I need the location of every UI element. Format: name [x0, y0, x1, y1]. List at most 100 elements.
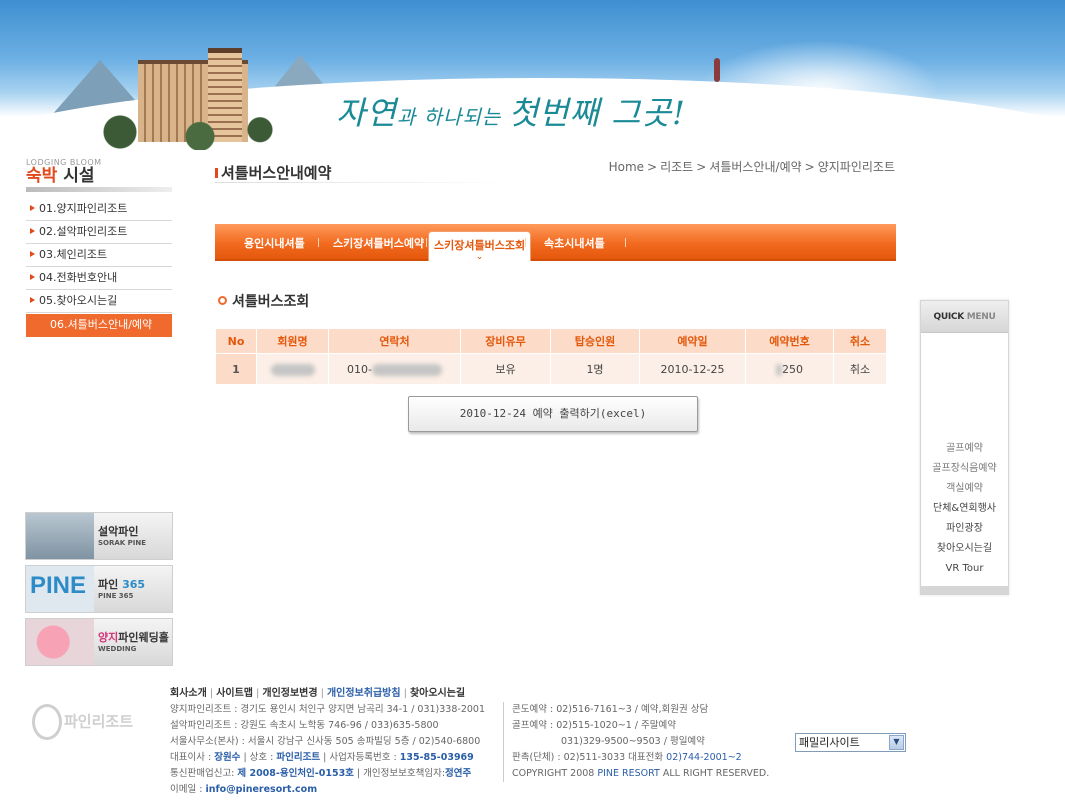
copyright-post: ALL RIGHT RESERVED. [659, 768, 770, 779]
sidebar-item-phone-guide[interactable]: 04.전화번호안내 [26, 267, 172, 290]
chevron-down-icon[interactable]: ▼ [889, 735, 904, 750]
footer-address-sorak: 설악파인리조트 : 강원도 속초시 노학동 746-96 / 033)635-5… [170, 720, 439, 731]
cell-member-name [257, 354, 328, 384]
footer-contact-info: 콘도예약 : 02)516-7161~3 / 예약,회원권 상담 골프예약 : … [512, 702, 769, 782]
sidebar-title-red: 숙박 [26, 166, 58, 186]
column-header-reservation-date: 예약일 [640, 329, 745, 353]
quick-menu: QUICK MENU 골프예약 골프장식음예약 객실예약 단체&연회행사 파인광… [920, 300, 1009, 595]
title-marker-icon [215, 168, 218, 178]
sidebar-item-directions[interactable]: 05.찾아오시는길 [26, 290, 172, 313]
privacy-officer-name: 정연주 [445, 768, 472, 779]
banner-title-pink: 양지 [98, 631, 119, 644]
footer-link-directions[interactable]: 찾아오시는길 [410, 688, 465, 699]
quick-menu-group-events[interactable]: 단체&연회행사 [921, 499, 1008, 519]
quick-menu-list: 골프예약 골프장식음예약 객실예약 단체&연회행사 파인광장 찾아오시는길 VR… [921, 439, 1008, 579]
breadcrumb-current: 양지파인리조트 [817, 160, 895, 174]
sidebar-title: 숙박 시설 [26, 167, 172, 185]
tab-divider [525, 238, 526, 247]
sidebar-title-rest: 시설 [57, 166, 95, 186]
header-slogan: 자연과 하나되는 첫번째 그곳! [336, 88, 686, 134]
tab-label: 스키장셔틀버스조회 [434, 239, 526, 252]
breadcrumb-home[interactable]: Home [609, 160, 644, 174]
cancel-link[interactable]: 취소 [834, 354, 886, 384]
triangle-bullet-icon [30, 251, 35, 257]
tab-sokcho-shuttle[interactable]: 속초시내셔틀 [544, 235, 605, 251]
export-excel-button[interactable]: 2010-12-24 예약 출력하기(excel) [408, 396, 698, 432]
company-name: 파인리조트 [276, 752, 321, 763]
triangle-bullet-icon [30, 274, 35, 280]
tab-divider [426, 238, 427, 247]
banner-subtitle: SORAK PINE [98, 539, 147, 547]
quick-menu-vr-tour[interactable]: VR Tour [921, 559, 1008, 579]
footer-link-privacy-change[interactable]: 개인정보변경 [262, 688, 317, 699]
column-header-no: No [216, 329, 256, 353]
privacy-officer-label: | 개인정보보호책임자: [353, 768, 446, 779]
pine-365-banner[interactable]: PINE 파인 365 PINE 365 [25, 565, 173, 613]
footer-link-privacy-policy[interactable]: 개인정보취급방침 [327, 688, 401, 699]
breadcrumb-shuttle[interactable]: 셔틀버스안내/예약 [709, 160, 801, 174]
banner-title: 파인 365 [98, 576, 145, 592]
sidebar-item-sorak-pine[interactable]: 02.설악파인리조트 [26, 221, 172, 244]
footer-link-company[interactable]: 회사소개 [170, 688, 207, 699]
contact-extra: 02)744-2001~2 [666, 752, 742, 763]
sidebar-menu: 01.양지파인리조트 02.설악파인리조트 03.체인리조트 04.전화번호안내… [26, 198, 172, 337]
triangle-bullet-icon [30, 228, 35, 234]
contact-text: 02)515-1020~1 / 주말예약 [556, 720, 676, 731]
sidebar-item-label: 04.전화번호안내 [39, 271, 118, 284]
title-underline [215, 182, 515, 183]
quick-menu-title-grey: MENU [966, 312, 996, 322]
footer-email-line: 이메일 : info@pineresort.com [170, 782, 485, 798]
redacted-name [270, 363, 315, 376]
tab-ski-shuttle-lookup[interactable]: 스키장셔틀버스조회 ⌄ [428, 231, 532, 261]
skier-illustration [714, 58, 720, 82]
column-header-passengers: 탑승인원 [551, 329, 639, 353]
footer-links: 회사소개 | 사이트맵 | 개인정보변경 | 개인정보취급방침 | 찾아오시는길 [170, 688, 466, 699]
footer-business-info: 대표이사 : 장원수 | 상호 : 파인리조트 | 사업자등록번호 : 135-… [170, 750, 485, 766]
pine-logo-text: PINE [30, 572, 87, 599]
cell-no: 1 [216, 354, 256, 384]
business-number: 135-85-03969 [399, 752, 474, 763]
family-site-select[interactable]: 패밀리사이트 ▼ [795, 733, 906, 752]
table-header-row: No 회원명 연락처 장비유무 탑승인원 예약일 예약번호 취소 [216, 329, 886, 353]
tab-ski-shuttle-reserve[interactable]: 스키장셔틀버스예약 [333, 235, 424, 251]
sidebar-item-label: 01.양지파인리조트 [39, 202, 128, 215]
quick-menu-directions[interactable]: 찾아오시는길 [921, 539, 1008, 559]
quick-menu-golf-reservation[interactable]: 골프예약 [921, 439, 1008, 459]
footer-company-info: 양지파인리조트 : 경기도 용인시 처인구 양지면 남곡리 34-1 / 031… [170, 702, 485, 798]
ceo-label: 대표이사 : [170, 752, 215, 763]
circle-bullet-icon [218, 296, 227, 305]
cell-reservation-date: 2010-12-25 [640, 354, 745, 384]
ceo-name: 장원수 [214, 752, 241, 763]
shuttle-tab-bar: 용인시내셔틀 스키장셔틀버스예약 스키장셔틀버스조회 ⌄ 속초시내셔틀 [215, 224, 896, 261]
banner-subtitle: WEDDING [98, 645, 137, 653]
footer-logo-text: 파인리조트 [64, 712, 134, 731]
mail-order-number: 제 2008-용인처인-0153호 [237, 768, 354, 779]
footer-link-sitemap[interactable]: 사이트맵 [216, 688, 253, 699]
sorak-pine-banner[interactable]: 설악파인 SORAK PINE [25, 512, 173, 560]
contact-text: 031)329-9500~9503 / 평일예약 [561, 736, 705, 747]
triangle-bullet-icon [30, 205, 35, 211]
sidebar-title-underline [26, 187, 172, 192]
column-header-phone: 연락처 [329, 329, 460, 353]
sidebar-item-shuttle-bus[interactable]: 06.셔틀버스안내/예약 [26, 314, 172, 337]
tab-yongin-shuttle[interactable]: 용인시내셔틀 [244, 235, 305, 251]
wedding-banner[interactable]: 양지파인웨딩홀 WEDDING [25, 618, 173, 666]
email-label: 이메일 : [170, 784, 206, 795]
quick-menu-room-reservation[interactable]: 객실예약 [921, 479, 1008, 499]
sidebar-item-label: 06.셔틀버스안내/예약 [50, 318, 153, 331]
breadcrumb-resort[interactable]: 리조트 [660, 160, 693, 174]
quick-menu-pine-plaza[interactable]: 파인광장 [921, 519, 1008, 539]
reservation-number: 250 [782, 362, 803, 376]
footer-condo-reservation: 콘도예약 : 02)516-7161~3 / 예약,회원권 상담 [512, 702, 769, 718]
redacted-digit [776, 363, 782, 376]
sidebar-item-chain-resort[interactable]: 03.체인리조트 [26, 244, 172, 267]
slogan-end: 첫번째 그곳! [508, 94, 686, 132]
bizno-label: | 사업자등록번호 : [320, 752, 400, 763]
quick-menu-golf-dining-reservation[interactable]: 골프장식음예약 [921, 459, 1008, 479]
slogan-main: 자연 [336, 94, 397, 132]
family-site-selected-value: 패밀리사이트 [799, 736, 860, 749]
sidebar-item-label: 02.설악파인리조트 [39, 225, 128, 238]
banner-title: 설악파인 [98, 525, 139, 538]
sidebar-item-yangji-pine[interactable]: 01.양지파인리조트 [26, 198, 172, 221]
email-link[interactable]: info@pineresort.com [205, 784, 317, 795]
